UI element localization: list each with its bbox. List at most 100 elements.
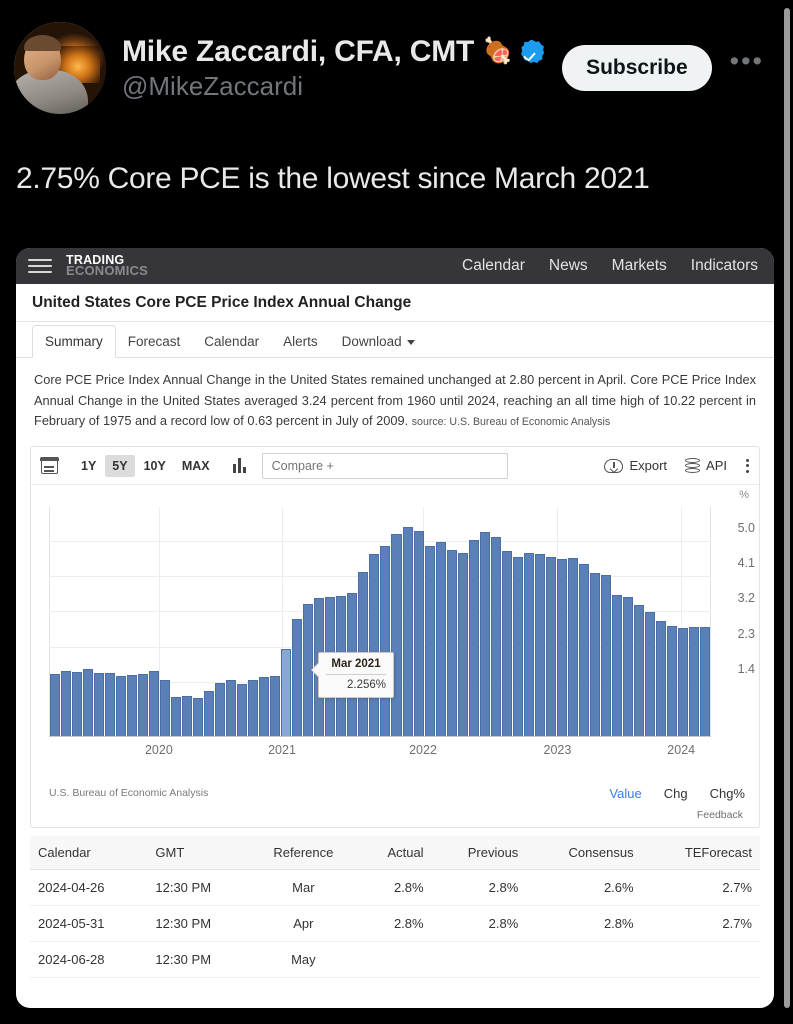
bar-chart-icon[interactable] — [232, 458, 246, 474]
avatar[interactable] — [14, 22, 106, 114]
account-handle[interactable]: @MikeZaccardi — [122, 72, 544, 101]
feedback-link[interactable]: Feedback — [31, 807, 759, 827]
toggle-chg[interactable]: Chg — [664, 786, 688, 801]
bar[interactable] — [479, 532, 490, 737]
table-cell: Mar — [249, 869, 358, 907]
tab-summary[interactable]: Summary — [32, 325, 116, 358]
bar[interactable] — [127, 674, 138, 737]
range-max[interactable]: MAX — [175, 455, 217, 477]
bar[interactable] — [369, 553, 380, 737]
bar[interactable] — [655, 620, 666, 737]
toggle-value[interactable]: Value — [609, 786, 641, 801]
table-header-cell: Actual — [357, 836, 432, 871]
bar[interactable] — [446, 550, 457, 737]
bar[interactable] — [523, 553, 534, 737]
bar[interactable] — [699, 627, 710, 737]
bar[interactable] — [72, 671, 83, 737]
bar[interactable] — [424, 545, 435, 737]
verified-badge-icon — [521, 39, 545, 63]
display-name: Mike Zaccardi, CFA, CMT — [122, 34, 475, 68]
range-5y[interactable]: 5Y — [105, 454, 135, 477]
bar[interactable] — [402, 527, 413, 737]
bar[interactable] — [600, 575, 611, 737]
bar-chart[interactable] — [49, 507, 711, 738]
bar[interactable] — [578, 563, 589, 737]
tweet-header: Mike Zaccardi, CFA, CMT 🍖 @MikeZaccardi … — [14, 22, 774, 114]
nav-markets[interactable]: Markets — [612, 257, 667, 275]
table-cell: 2.8% — [431, 905, 527, 943]
bar[interactable] — [556, 558, 567, 737]
calendar-icon[interactable] — [40, 457, 59, 474]
nav-news[interactable]: News — [549, 257, 588, 275]
bar[interactable] — [215, 682, 226, 737]
x-axis-labels: 2020 2021 2022 2023 2024 — [49, 743, 711, 759]
bar[interactable] — [512, 557, 523, 737]
bar[interactable] — [567, 558, 578, 737]
bar[interactable] — [226, 680, 237, 737]
hamburger-icon[interactable] — [28, 259, 52, 273]
bar[interactable] — [182, 696, 193, 737]
subscribe-button[interactable]: Subscribe — [562, 45, 712, 91]
table-row[interactable]: 2024-04-26 12:30 PM Mar 2.8% 2.8% 2.6% 2.7% — [30, 869, 760, 907]
scrollbar-track[interactable] — [781, 0, 793, 1024]
bar[interactable] — [633, 604, 644, 737]
bar[interactable] — [468, 539, 479, 737]
bar[interactable] — [490, 537, 501, 737]
api-button[interactable]: API — [685, 457, 727, 474]
bar[interactable] — [545, 556, 556, 737]
bar[interactable] — [292, 618, 303, 737]
chart-source: U.S. Bureau of Economic Analysis — [49, 787, 209, 800]
bar[interactable] — [270, 676, 281, 737]
bar[interactable] — [94, 672, 105, 737]
bar[interactable] — [61, 670, 72, 737]
bar[interactable] — [534, 554, 545, 737]
tab-calendar[interactable]: Calendar — [192, 326, 271, 357]
tab-download[interactable]: Download — [330, 326, 427, 357]
bar[interactable] — [677, 627, 688, 737]
bar[interactable] — [457, 552, 468, 737]
table-cell: 2.8% — [526, 905, 642, 943]
range-1y[interactable]: 1Y — [74, 455, 103, 477]
bar[interactable] — [248, 680, 259, 737]
scrollbar-thumb[interactable] — [784, 8, 790, 1008]
bar[interactable] — [644, 611, 655, 737]
bar[interactable] — [391, 534, 402, 737]
bar[interactable] — [105, 672, 116, 737]
y-axis-tick-label: 4.1 — [737, 556, 755, 571]
bar[interactable] — [435, 541, 446, 737]
bar[interactable] — [160, 680, 171, 737]
bar[interactable] — [688, 627, 699, 737]
bar[interactable] — [589, 573, 600, 737]
nav-indicators[interactable]: Indicators — [691, 257, 758, 275]
bar[interactable] — [259, 677, 270, 737]
trading-economics-logo[interactable]: TRADING ECONOMICS — [66, 254, 148, 277]
compare-input[interactable] — [261, 452, 508, 479]
range-10y[interactable]: 10Y — [137, 455, 173, 477]
bar[interactable] — [149, 670, 160, 737]
table-row[interactable]: 2024-06-28 12:30 PM May — [30, 941, 760, 979]
bar[interactable] — [413, 531, 424, 737]
table-cell: 12:30 PM — [147, 869, 250, 907]
bar[interactable] — [611, 594, 622, 737]
bar[interactable] — [666, 625, 677, 737]
bar[interactable] — [83, 668, 94, 737]
bar[interactable] — [622, 597, 633, 737]
bar[interactable] — [50, 674, 61, 737]
tab-alerts[interactable]: Alerts — [271, 326, 330, 357]
bar[interactable] — [171, 696, 182, 737]
tab-forecast[interactable]: Forecast — [116, 326, 193, 357]
bar[interactable] — [116, 676, 127, 737]
bar[interactable] — [501, 551, 512, 737]
bar[interactable] — [204, 690, 215, 737]
table-row[interactable]: 2024-05-31 12:30 PM Apr 2.8% 2.8% 2.8% 2.7% — [30, 905, 760, 943]
kebab-menu-icon[interactable] — [745, 456, 749, 475]
more-options-icon[interactable]: ••• — [730, 48, 764, 80]
toggle-chg-pct[interactable]: Chg% — [710, 786, 745, 801]
bar[interactable] — [237, 683, 248, 737]
bar[interactable] — [193, 697, 204, 737]
nav-calendar[interactable]: Calendar — [462, 257, 525, 275]
bar[interactable] — [281, 648, 292, 737]
export-button[interactable]: Export — [604, 458, 667, 473]
bar[interactable] — [380, 545, 391, 737]
bar[interactable] — [138, 674, 149, 737]
